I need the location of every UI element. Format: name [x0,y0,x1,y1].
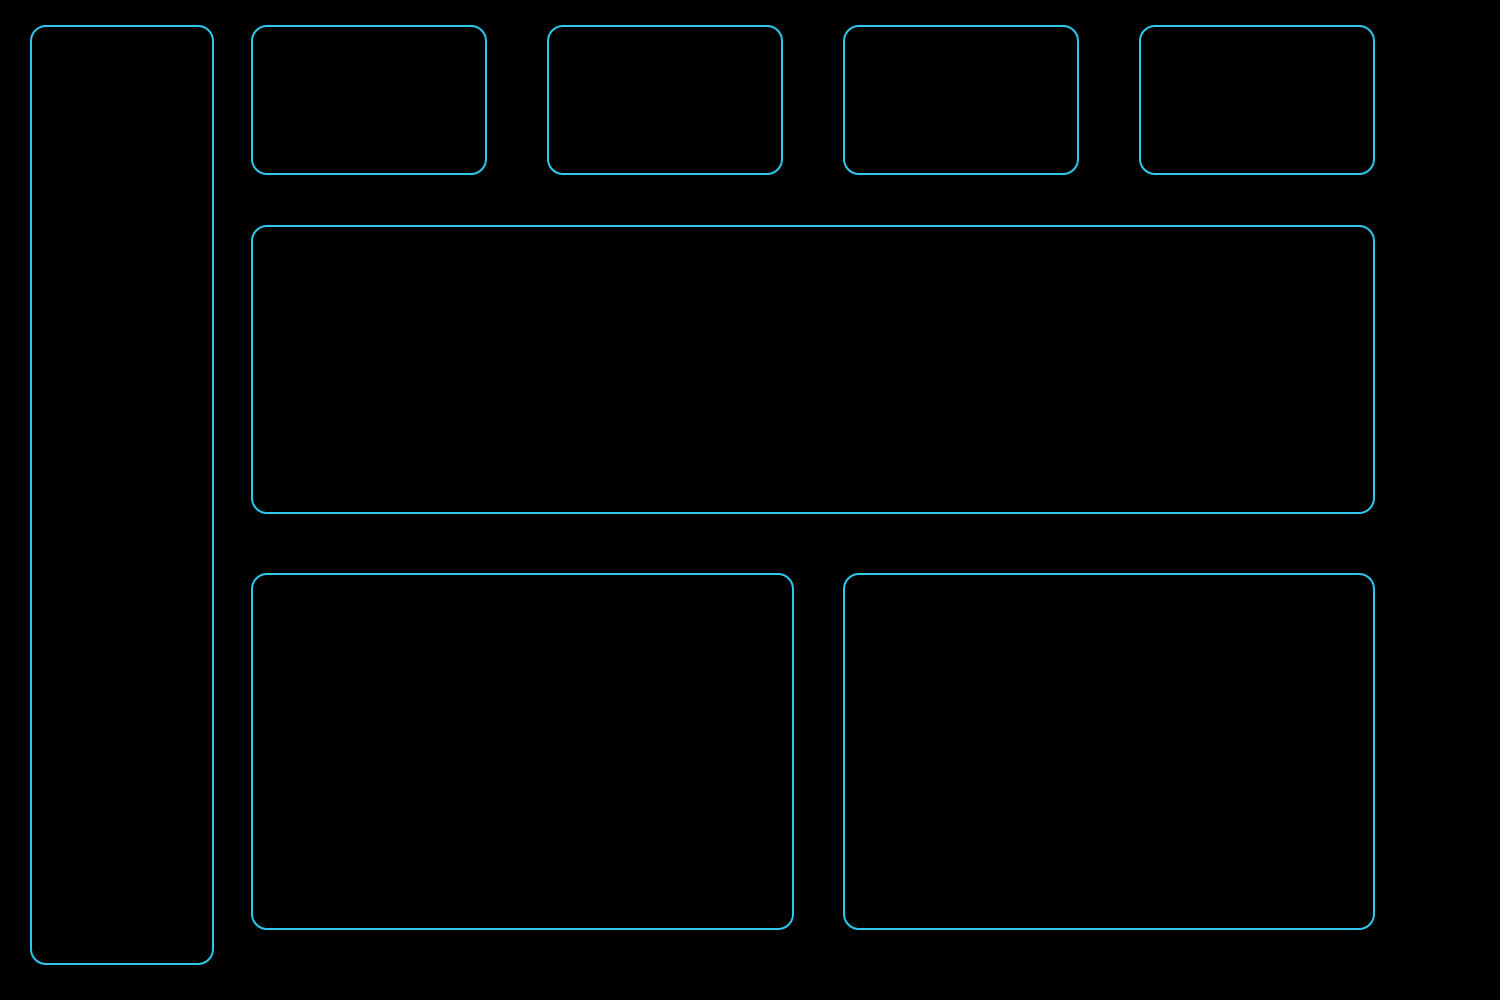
stat-card-3 [843,25,1079,175]
bottom-right-panel [843,573,1375,930]
main-content-panel [251,225,1375,514]
stat-card-4 [1139,25,1375,175]
bottom-left-panel [251,573,794,930]
dashboard-wireframe [0,0,1500,1000]
stat-card-1 [251,25,487,175]
sidebar-panel [30,25,214,965]
stat-card-2 [547,25,783,175]
